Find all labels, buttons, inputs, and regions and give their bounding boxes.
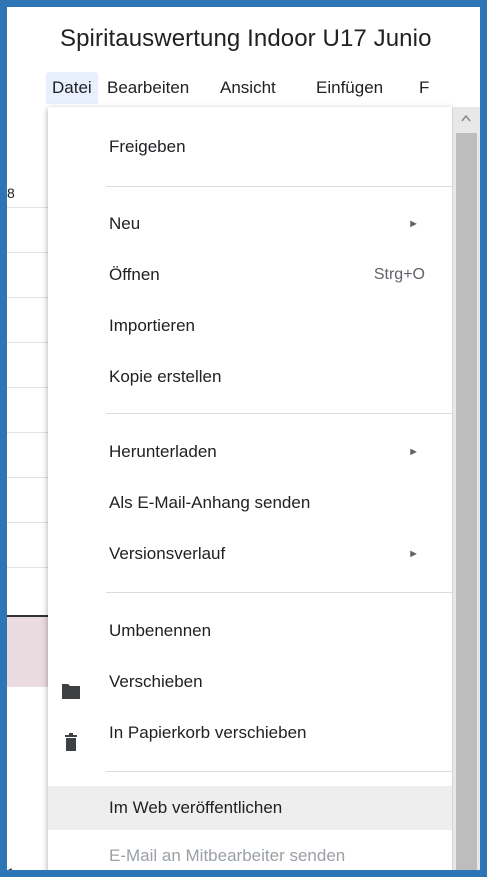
highlighted-cell <box>7 615 53 687</box>
document-title[interactable]: Spiritauswertung Indoor U17 Junio <box>60 25 432 53</box>
menu-item-herunterladen[interactable]: Herunterladen ► <box>48 430 452 474</box>
menu-einfuegen[interactable]: Einfügen <box>316 72 383 104</box>
menu-item-email-anhang[interactable]: Als E-Mail-Anhang senden <box>48 481 452 525</box>
scroll-thumb[interactable] <box>456 133 477 870</box>
menu-datei[interactable]: Datei <box>46 72 98 104</box>
menu-scrollbar[interactable] <box>452 107 480 870</box>
trash-icon <box>61 724 81 751</box>
menu-item-versionsverlauf[interactable]: Versionsverlauf ► <box>48 532 452 576</box>
menu-item-verschieben[interactable]: Verschieben <box>48 660 452 704</box>
menu-separator <box>106 413 452 414</box>
menu-ansicht[interactable]: Ansicht <box>220 72 276 104</box>
menu-item-im-web-veroeffentlichen[interactable]: Im Web veröffentlichen <box>48 786 452 830</box>
menu-bearbeiten[interactable]: Bearbeiten <box>107 72 189 104</box>
screenshot-frame: Spiritauswertung Indoor U17 Junio Datei … <box>0 0 487 877</box>
row-number: 8 <box>7 185 15 201</box>
menu-item-kopie-erstellen[interactable]: Kopie erstellen <box>48 355 452 399</box>
folder-icon <box>61 673 81 699</box>
menu-separator <box>106 771 452 772</box>
submenu-arrow-icon: ► <box>408 548 419 560</box>
menu-item-email-mitbearbeiter: E-Mail an Mitbearbeiter senden <box>109 846 346 865</box>
submenu-arrow-icon: ► <box>408 446 419 458</box>
menu-item-importieren[interactable]: Importieren <box>48 304 452 348</box>
menu-item-freigeben[interactable]: Freigeben <box>48 125 452 169</box>
menu-item-papierkorb[interactable]: In Papierkorb verschieben <box>48 711 452 755</box>
row-number: 1 <box>7 865 15 877</box>
menu-item-neu[interactable]: Neu ► <box>48 202 452 246</box>
menu-separator <box>106 186 452 187</box>
file-menu: Freigeben Neu ► Öffnen Strg+O Importiere… <box>48 107 452 870</box>
menu-separator <box>106 592 452 593</box>
menu-item-umbenennen[interactable]: Umbenennen <box>48 609 452 653</box>
menu-item-oeffnen[interactable]: Öffnen Strg+O <box>48 253 452 297</box>
shortcut-label: Strg+O <box>373 266 425 283</box>
submenu-arrow-icon: ► <box>408 218 419 230</box>
scroll-up-icon[interactable] <box>461 113 471 123</box>
menu-format[interactable]: F <box>419 72 429 104</box>
